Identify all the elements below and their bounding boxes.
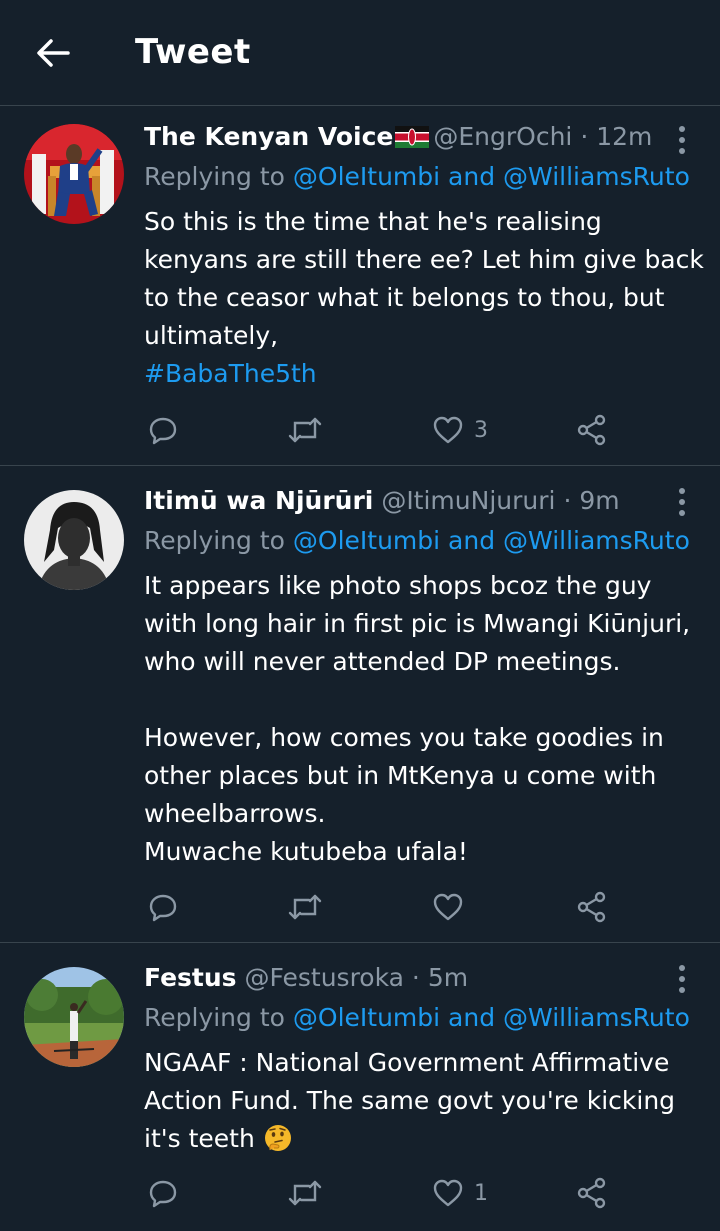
- tweet[interactable]: Itimū wa Njūrūri @ItimuNjururi · 9m Repl…: [0, 466, 720, 943]
- retweet-icon: [288, 894, 322, 920]
- more-button[interactable]: [670, 126, 694, 156]
- like-count: 1: [474, 1180, 488, 1206]
- avatar[interactable]: [24, 967, 124, 1067]
- reply-icon: [149, 417, 177, 445]
- reply-button[interactable]: [148, 1173, 178, 1213]
- share-icon: [577, 414, 606, 446]
- reply-context: Replying to @OleItumbi and @WilliamsRuto: [144, 1003, 690, 1032]
- back-button[interactable]: [34, 36, 74, 70]
- tweet-paragraph: NGAAF : National Government Affirmative …: [144, 1044, 704, 1158]
- avatar-image: [24, 490, 124, 590]
- more-button[interactable]: [670, 965, 694, 995]
- like-count: 3: [474, 417, 488, 443]
- tweet-paragraph: Muwache kutubeba ufala!: [144, 837, 468, 866]
- tweet-time[interactable]: · 9m: [563, 486, 619, 515]
- avatar[interactable]: [24, 124, 124, 224]
- share-button[interactable]: [576, 410, 608, 450]
- user-handle[interactable]: @ItimuNjururi: [381, 486, 555, 515]
- tweet[interactable]: Festus @Festusroka · 5m Replying to @Ole…: [0, 943, 720, 1231]
- share-icon: [577, 891, 606, 923]
- tweet-text: It appears like photo shops bcoz the guy…: [144, 567, 704, 871]
- reply-button[interactable]: [148, 410, 178, 450]
- tweet-time[interactable]: · 12m: [580, 122, 652, 151]
- share-button[interactable]: [576, 887, 608, 927]
- tweet-header: Festus @Festusroka · 5m: [144, 963, 468, 992]
- reply-mentions[interactable]: @OleItumbi and @WilliamsRuto: [293, 1003, 690, 1032]
- reply-mentions[interactable]: @OleItumbi and @WilliamsRuto: [293, 162, 690, 191]
- retweet-button[interactable]: [287, 410, 323, 450]
- retweet-button[interactable]: [287, 887, 323, 927]
- retweet-icon: [288, 1180, 322, 1206]
- reply-button[interactable]: [148, 887, 178, 927]
- reply-icon: [149, 1180, 177, 1208]
- thinking-face-emoji: [264, 1125, 291, 1151]
- replying-to-label: Replying to: [144, 162, 285, 191]
- replying-to-label: Replying to: [144, 526, 285, 555]
- avatar-image: [24, 124, 124, 224]
- reply-icon: [149, 894, 177, 922]
- avatar-image: [24, 967, 124, 1067]
- display-name[interactable]: The Kenyan Voice: [144, 122, 393, 151]
- tweet[interactable]: The Kenyan Voice @EngrOchi · 12m Replyin…: [0, 106, 720, 466]
- user-handle[interactable]: @Festusroka: [244, 963, 403, 992]
- tweet-paragraph: However, how comes you take goodies in o…: [144, 723, 672, 828]
- retweet-button[interactable]: [287, 1173, 323, 1213]
- tweet-actions: [0, 887, 720, 927]
- back-arrow-icon: [37, 39, 70, 67]
- share-button[interactable]: [576, 1173, 608, 1213]
- top-bar: Tweet: [0, 0, 720, 106]
- replying-to-label: Replying to: [144, 1003, 285, 1032]
- retweet-icon: [288, 417, 322, 443]
- tweet-header: Itimū wa Njūrūri @ItimuNjururi · 9m: [144, 486, 620, 515]
- tweet-text: So this is the time that he's realising …: [144, 203, 704, 393]
- reply-mentions[interactable]: @OleItumbi and @WilliamsRuto: [293, 526, 690, 555]
- display-name[interactable]: Itimū wa Njūrūri: [144, 486, 373, 515]
- kenya-flag-icon: [395, 126, 430, 148]
- tweet-header: The Kenyan Voice @EngrOchi · 12m: [144, 122, 652, 151]
- hashtag-link[interactable]: #BabaThe5th: [144, 355, 704, 393]
- page-title: Tweet: [135, 32, 251, 72]
- like-button[interactable]: 3: [432, 410, 488, 450]
- like-button[interactable]: 1: [432, 1173, 488, 1213]
- share-icon: [577, 1177, 606, 1209]
- tweet-paragraph: It appears like photo shops bcoz the guy…: [144, 571, 699, 676]
- display-name[interactable]: Festus: [144, 963, 237, 992]
- avatar[interactable]: [24, 490, 124, 590]
- tweet-time[interactable]: · 5m: [412, 963, 468, 992]
- like-icon: [433, 893, 463, 921]
- like-button[interactable]: [432, 887, 474, 927]
- more-button[interactable]: [670, 488, 694, 518]
- like-icon: [433, 416, 463, 444]
- like-icon: [433, 1179, 463, 1207]
- tweet-paragraph-text: NGAAF : National Government Affirmative …: [144, 1048, 684, 1153]
- reply-context: Replying to @OleItumbi and @WilliamsRuto: [144, 162, 690, 191]
- tweet-actions: 1: [0, 1173, 720, 1213]
- tweet-paragraph: So this is the time that he's realising …: [144, 207, 712, 350]
- tweet-actions: 3: [0, 410, 720, 450]
- reply-context: Replying to @OleItumbi and @WilliamsRuto: [144, 526, 690, 555]
- user-handle[interactable]: @EngrOchi: [433, 122, 572, 151]
- tweet-text: NGAAF : National Government Affirmative …: [144, 1044, 704, 1158]
